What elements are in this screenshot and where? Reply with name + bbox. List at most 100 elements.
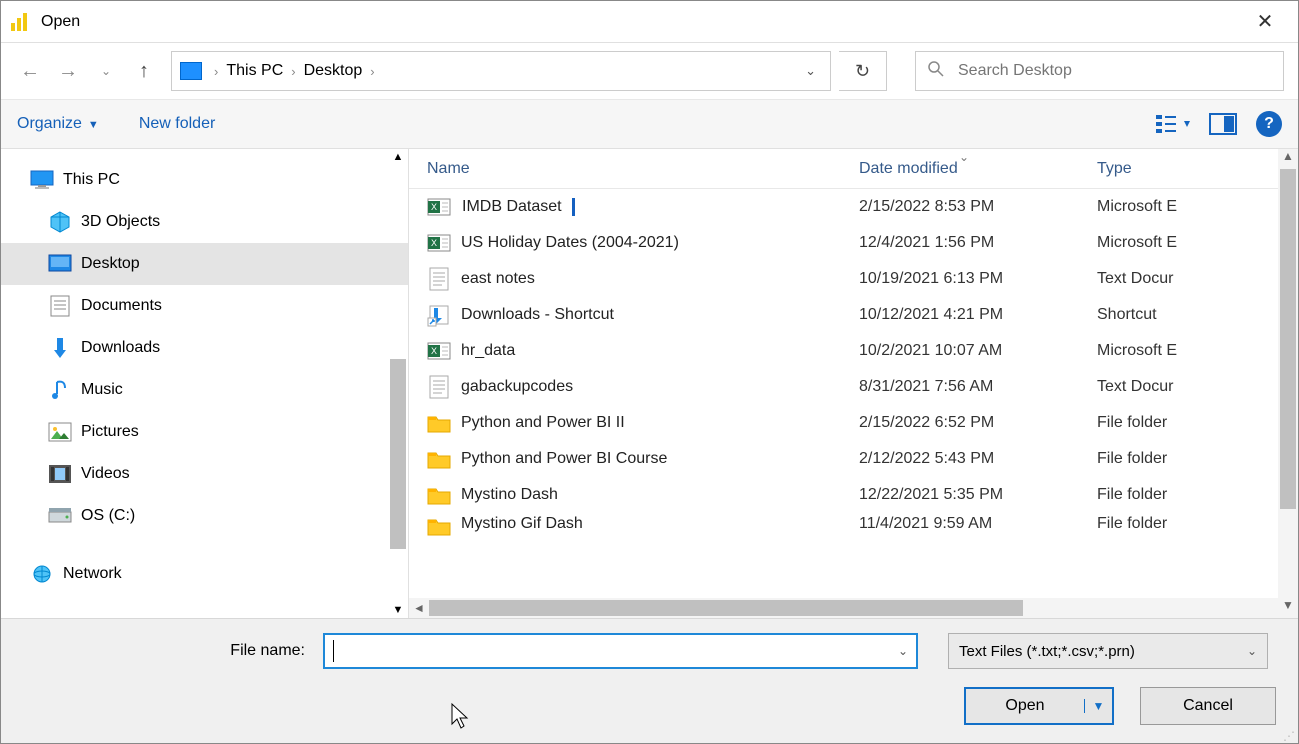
- filename-input[interactable]: [338, 641, 898, 661]
- tree-item-pictures[interactable]: Pictures: [1, 411, 408, 453]
- column-type[interactable]: Type: [1097, 160, 1298, 178]
- file-list: Name ⌄ Date modified Type XIMDB Dataset2…: [409, 149, 1298, 618]
- help-button[interactable]: ?: [1256, 111, 1282, 137]
- nav-row: ← → ⌄ ↑ › This PC › Desktop › ⌄ ↻: [1, 43, 1298, 99]
- tree-item-videos[interactable]: Videos: [1, 453, 408, 495]
- view-options-button[interactable]: [1156, 115, 1190, 133]
- filename-combobox[interactable]: ⌄: [323, 633, 918, 669]
- file-type: Microsoft E: [1097, 342, 1298, 360]
- title-bar: Open ✕: [1, 1, 1298, 43]
- file-date: 8/31/2021 7:56 AM: [859, 378, 1097, 396]
- list-vscrollbar[interactable]: ▲ ▼: [1278, 149, 1298, 618]
- xls-icon: X: [427, 196, 451, 218]
- file-rows[interactable]: XIMDB Dataset2/15/2022 8:53 PMMicrosoft …: [409, 189, 1298, 598]
- svg-text:X: X: [431, 238, 437, 248]
- pc-icon: [31, 170, 53, 190]
- dialog-title: Open: [41, 13, 80, 31]
- cancel-button[interactable]: Cancel: [1140, 687, 1276, 725]
- drive-icon: [49, 506, 71, 526]
- filter-dropdown-icon[interactable]: ⌄: [1247, 644, 1257, 658]
- filename-dropdown-icon[interactable]: ⌄: [898, 644, 908, 658]
- 3d-icon: [49, 212, 71, 232]
- tree-item-3d-objects[interactable]: 3D Objects: [1, 201, 408, 243]
- scroll-left-icon[interactable]: ◄: [409, 601, 429, 615]
- organize-menu[interactable]: Organize▼: [17, 115, 99, 133]
- scroll-down-icon[interactable]: ▼: [388, 604, 408, 616]
- file-row[interactable]: Mystino Gif Dash11/4/2021 9:59 AMFile fo…: [409, 513, 1298, 537]
- tree-item-this-pc[interactable]: This PC: [1, 159, 408, 201]
- file-row[interactable]: XUS Holiday Dates (2004-2021)12/4/2021 1…: [409, 225, 1298, 261]
- file-row[interactable]: Python and Power BI Course2/12/2022 5:43…: [409, 441, 1298, 477]
- address-dropdown-icon[interactable]: ⌄: [799, 63, 822, 79]
- scroll-up-icon[interactable]: ▲: [1278, 149, 1298, 169]
- refresh-button[interactable]: ↻: [839, 51, 887, 91]
- dialog-body: This PC3D ObjectsDesktop Documents Downloa…: [1, 149, 1298, 618]
- search-icon: [928, 61, 944, 81]
- tree-item-desktop[interactable]: Desktop: [1, 243, 408, 285]
- file-name: hr_data: [461, 342, 859, 360]
- file-row[interactable]: Downloads - Shortcut10/12/2021 4:21 PMSh…: [409, 297, 1298, 333]
- cancel-button-label: Cancel: [1183, 697, 1233, 715]
- bottom-panel: File name: ⌄ Text Files (*.txt;*.csv;*.p…: [1, 618, 1298, 743]
- list-hscroll-thumb[interactable]: [429, 600, 1023, 616]
- dl-icon: [49, 338, 71, 358]
- list-hscrollbar[interactable]: ◄ ►: [409, 598, 1298, 618]
- open-button[interactable]: Open ▼: [964, 687, 1114, 725]
- folder-icon: [427, 515, 451, 537]
- svg-text:X: X: [431, 202, 437, 212]
- list-vscroll-thumb[interactable]: [1280, 169, 1296, 509]
- column-name[interactable]: Name: [427, 160, 859, 178]
- breadcrumb-this-pc[interactable]: This PC: [220, 62, 289, 80]
- search-input[interactable]: [956, 61, 1271, 81]
- file-date: 12/4/2021 1:56 PM: [859, 234, 1097, 252]
- scroll-down-icon[interactable]: ▼: [1278, 598, 1298, 618]
- back-button[interactable]: ←: [15, 56, 45, 86]
- tree-scroll-thumb[interactable]: [390, 359, 406, 549]
- file-row[interactable]: east notes10/19/2021 6:13 PMText Docur: [409, 261, 1298, 297]
- preview-pane-button[interactable]: [1210, 114, 1236, 134]
- up-button[interactable]: ↑: [129, 56, 159, 86]
- tree-item-music[interactable]: Music: [1, 369, 408, 411]
- file-type: Microsoft E: [1097, 234, 1298, 252]
- column-date[interactable]: ⌄ Date modified: [859, 160, 1097, 178]
- open-split-dropdown[interactable]: ▼: [1084, 699, 1112, 713]
- xls-icon: X: [427, 340, 451, 362]
- xls-icon: X: [427, 232, 451, 254]
- resize-grip-icon[interactable]: ⋰: [1283, 732, 1295, 740]
- folder-icon: [427, 484, 451, 506]
- tree-item-os-c-[interactable]: OS (C:): [1, 495, 408, 537]
- open-dialog: Open ✕ ← → ⌄ ↑ › This PC › Desktop › ⌄ ↻…: [0, 0, 1299, 744]
- svg-text:X: X: [431, 346, 437, 356]
- breadcrumb-desktop[interactable]: Desktop: [298, 62, 369, 80]
- breadcrumb-sep-icon: ›: [368, 64, 376, 79]
- file-row[interactable]: Python and Power BI II2/15/2022 6:52 PMF…: [409, 405, 1298, 441]
- tree-item-label: Documents: [81, 297, 162, 315]
- doc-icon: [49, 296, 71, 316]
- tree-scrollbar[interactable]: ▲ ▼: [388, 149, 408, 618]
- file-row[interactable]: XIMDB Dataset2/15/2022 8:53 PMMicrosoft …: [409, 189, 1298, 225]
- file-name: Python and Power BI II: [461, 414, 859, 432]
- address-bar[interactable]: › This PC › Desktop › ⌄: [171, 51, 831, 91]
- tree-item-network[interactable]: Network: [1, 553, 408, 595]
- file-row[interactable]: Xhr_data10/2/2021 10:07 AMMicrosoft E: [409, 333, 1298, 369]
- net-icon: [31, 564, 53, 584]
- forward-button[interactable]: →: [53, 56, 83, 86]
- tree-item-downloads[interactable]: Downloads: [1, 327, 408, 369]
- search-box[interactable]: [915, 51, 1284, 91]
- folder-tree[interactable]: This PC3D ObjectsDesktop Documents Downloa…: [1, 149, 409, 618]
- file-row[interactable]: gabackupcodes8/31/2021 7:56 AMText Docur: [409, 369, 1298, 405]
- new-folder-button[interactable]: New folder: [139, 115, 215, 133]
- file-date: 2/15/2022 6:52 PM: [859, 414, 1097, 432]
- tree-item-documents[interactable]: Documents: [1, 285, 408, 327]
- recent-dropdown[interactable]: ⌄: [91, 56, 121, 86]
- text-cursor: [333, 640, 334, 662]
- tree-item-label: Network: [63, 565, 122, 583]
- file-date: 10/12/2021 4:21 PM: [859, 306, 1097, 324]
- close-button[interactable]: ✕: [1242, 9, 1288, 34]
- file-type-filter[interactable]: Text Files (*.txt;*.csv;*.prn) ⌄: [948, 633, 1268, 669]
- pic-icon: [49, 422, 71, 442]
- file-row[interactable]: Mystino Dash12/22/2021 5:35 PMFile folde…: [409, 477, 1298, 513]
- scroll-up-icon[interactable]: ▲: [388, 151, 408, 163]
- file-type: File folder: [1097, 450, 1298, 468]
- breadcrumb-sep-icon: ›: [289, 64, 297, 79]
